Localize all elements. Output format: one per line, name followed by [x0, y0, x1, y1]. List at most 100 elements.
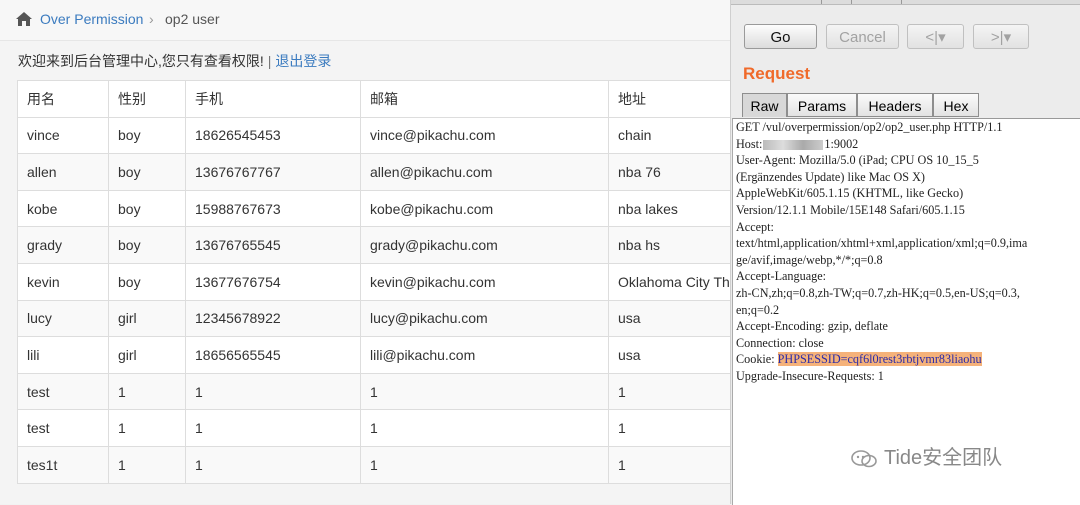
table-row: test 1 1 1 1	[17, 372, 730, 411]
watermark-text: Tide安全团队	[884, 447, 1003, 469]
cell-email: allen@pikachu.com	[360, 153, 609, 191]
go-button[interactable]: Go	[744, 24, 817, 49]
cell-name: grady	[17, 226, 109, 264]
request-line: en;q=0.2	[733, 302, 1080, 319]
welcome-separator: |	[267, 53, 272, 69]
request-line-text: User-Agent: Mozilla/5.0 (iPad; CPU OS 10…	[736, 153, 979, 168]
cell-phone: 13676767767	[185, 153, 361, 191]
request-line: GET /vul/overpermission/op2/op2_user.php…	[733, 119, 1080, 136]
cell-name: vince	[17, 116, 109, 155]
request-title: Request	[743, 64, 811, 83]
request-line-text: text/html,application/xhtml+xml,applicat…	[736, 236, 1028, 251]
forward-button[interactable]: >|▾	[973, 24, 1029, 49]
cell-name: lili	[17, 336, 109, 374]
breadcrumb-over-permission-link[interactable]: Over Permission	[40, 11, 143, 27]
request-line-text: Cookie:	[736, 352, 778, 367]
request-line: User-Agent: Mozilla/5.0 (iPad; CPU OS 10…	[733, 152, 1080, 169]
tab-headers[interactable]: Headers	[857, 93, 933, 117]
table-row: vince boy 18626545453 vince@pikachu.com chai…	[17, 116, 730, 155]
cell-email: lucy@pikachu.com	[360, 299, 609, 338]
cell-address: Oklahoma City Thunder	[608, 262, 730, 301]
cell-email: vince@pikachu.com	[360, 116, 609, 155]
request-line: Connection: close	[733, 335, 1080, 352]
request-line-text: Accept-Language:	[736, 269, 827, 284]
cell-address: 1	[608, 409, 730, 447]
table-row: kevin boy 13677676754 kevin@pikachu.com Okla…	[17, 262, 730, 301]
cell-name: kobe	[17, 189, 109, 228]
cell-gender: boy	[108, 116, 186, 155]
web-page: Over Permission › op2 user 欢迎来到后台管理中心,您只…	[0, 0, 730, 504]
request-line-text: Accept:	[736, 219, 774, 234]
tab-hex[interactable]: Hex	[933, 93, 979, 117]
cell-phone: 1	[185, 409, 361, 447]
request-line: Upgrade-Insecure-Requests: 1	[733, 368, 1080, 385]
cell-phone: 1	[185, 372, 361, 411]
request-line-text: Accept-Encoding: gzip, deflate	[736, 319, 888, 334]
table-row: tes1t 1 1 1 1	[17, 445, 730, 484]
cell-name: kevin	[17, 262, 109, 301]
table-row: lili girl 18656565545 lili@pikachu.com usa	[17, 336, 730, 374]
welcome-text: 欢迎来到后台管理中心,您只有查看权限!	[18, 53, 264, 69]
request-line-text: Connection: close	[736, 335, 824, 350]
table-body: vince boy 18626545453 vince@pikachu.com chai…	[17, 116, 730, 484]
cell-email: 1	[360, 445, 609, 484]
column-header-phone: 手机	[185, 80, 361, 118]
tab-raw[interactable]: Raw	[742, 93, 787, 117]
home-icon[interactable]	[15, 11, 33, 27]
request-line: Cookie: PHPSESSID=cqf6l0rest3rbtjvmr83li…	[733, 351, 1080, 368]
cell-gender: 1	[108, 445, 186, 484]
cell-address: nba 76	[608, 153, 730, 191]
request-line: zh-CN,zh;q=0.8,zh-TW;q=0.7,zh-HK;q=0.5,e…	[733, 285, 1080, 302]
request-line-text: Version/12.1.1 Mobile/15E148 Safari/605.…	[736, 202, 965, 217]
cell-name: lucy	[17, 299, 109, 338]
cell-email: 1	[360, 372, 609, 411]
cell-address: usa	[608, 299, 730, 338]
back-button[interactable]: <|▾	[907, 24, 964, 49]
cell-phone: 18656565545	[185, 336, 361, 374]
request-line: Version/12.1.1 Mobile/15E148 Safari/605.…	[733, 202, 1080, 219]
request-line-text: ge/avif,image/webp,*/*;q=0.8	[736, 252, 883, 267]
cell-address: nba lakes	[608, 189, 730, 228]
cell-gender: boy	[108, 226, 186, 264]
request-line: Accept-Encoding: gzip, deflate	[733, 318, 1080, 335]
cancel-button[interactable]: Cancel	[826, 24, 899, 49]
cell-phone: 18626545453	[185, 116, 361, 155]
cell-address: nba hs	[608, 226, 730, 264]
table-row: lucy girl 12345678922 lucy@pikachu.com usa	[17, 299, 730, 338]
cell-email: lili@pikachu.com	[360, 336, 609, 374]
cell-address: 1	[608, 372, 730, 411]
breadcrumb-current: op2 user	[165, 11, 220, 27]
tab-params[interactable]: Params	[787, 93, 857, 117]
user-table: 用名 性别 手机 邮箱 地址 vince boy 18626545453 vince@…	[17, 80, 730, 484]
cell-email: 1	[360, 409, 609, 447]
cell-phone: 12345678922	[185, 299, 361, 338]
welcome-bar: 欢迎来到后台管理中心,您只有查看权限! | 退出登录	[18, 51, 331, 71]
burp-repeater-panel: Go Cancel <|▾ >|▾ Request Raw Params Hea…	[730, 0, 1080, 505]
request-line-text: Upgrade-Insecure-Requests: 1	[736, 368, 884, 383]
request-line-text: (Ergänzendes Update) like Mac OS X)	[736, 169, 925, 184]
request-line-text: GET /vul/overpermission/op2/op2_user.php…	[736, 120, 1003, 134]
cell-email: kobe@pikachu.com	[360, 189, 609, 228]
breadcrumb: Over Permission › op2 user	[0, 0, 730, 41]
request-line: Accept:	[733, 219, 1080, 236]
logout-link[interactable]: 退出登录	[275, 53, 331, 69]
breadcrumb-chevron-icon: ›	[149, 11, 154, 27]
cell-gender: boy	[108, 189, 186, 228]
top-tab-strip	[731, 0, 1080, 5]
cell-address: chain	[608, 116, 730, 155]
column-header-gender: 性别	[108, 80, 186, 118]
request-line-text: AppleWebKit/605.1.15 (KHTML, like Gecko)	[736, 186, 964, 201]
cell-phone: 13677676754	[185, 262, 361, 301]
cell-address: usa	[608, 336, 730, 374]
table-row: allen boy 13676767767 allen@pikachu.com nba …	[17, 153, 730, 191]
table-row: test 1 1 1 1	[17, 409, 730, 447]
table-row: grady boy 13676765545 grady@pikachu.com nba …	[17, 226, 730, 264]
cookie-session-highlight[interactable]: PHPSESSID=cqf6l0rest3rbtjvmr83liaohu	[777, 352, 982, 367]
cell-phone: 13676765545	[185, 226, 361, 264]
watermark: Tide安全团队	[850, 441, 1002, 470]
cell-name: test	[17, 409, 109, 447]
request-line: Host: 1:9002	[733, 136, 1080, 153]
wechat-icon	[851, 449, 877, 468]
cell-email: grady@pikachu.com	[360, 226, 609, 264]
cell-gender: 1	[108, 372, 186, 411]
